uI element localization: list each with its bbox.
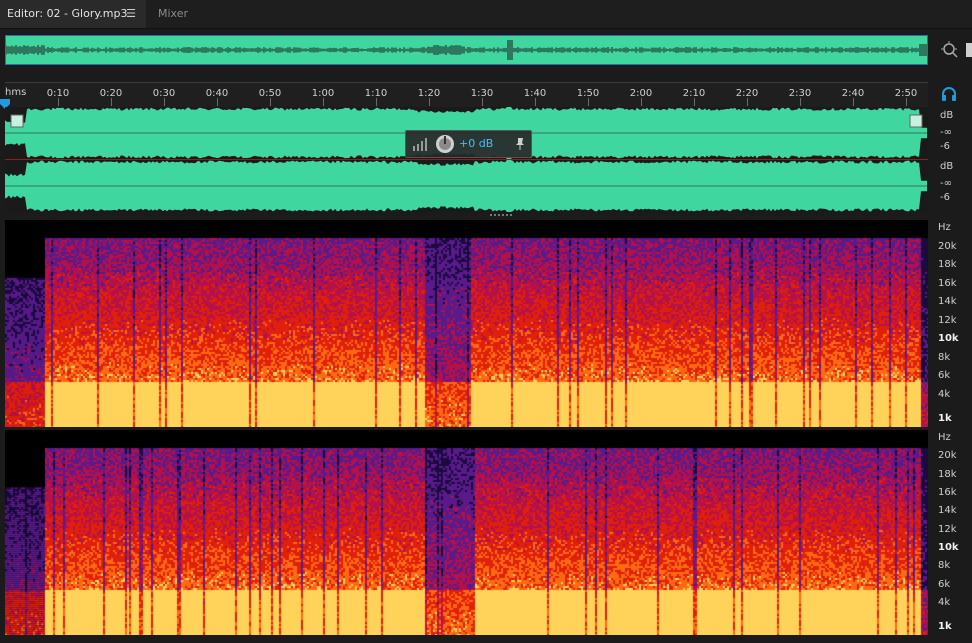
ruler-tick-mark — [376, 98, 377, 106]
frequency-label: 18k — [938, 468, 957, 480]
frequency-label: 8k — [938, 351, 951, 363]
frequency-label: 4k — [938, 389, 951, 400]
amp-label-bottom-minus6: -6 — [940, 192, 950, 203]
amp-label-top-inf: -∞ — [940, 127, 952, 138]
frequency-label: 20k — [938, 240, 957, 252]
time-ruler[interactable]: 0:10 0:20 0:30 0:40 0:50 1:00 1:10 1:20 1:30 1:40… — [5, 82, 928, 107]
ruler-tick-mark — [164, 98, 165, 106]
overview-scroll-handle[interactable] — [966, 43, 972, 57]
tab-editor-label: Editor: 02 - Glory.mp3 — [7, 7, 128, 20]
spectral-display-channel-1[interactable] — [5, 220, 928, 427]
ruler-tick-mark — [641, 98, 642, 106]
frequency-label: 20k — [938, 450, 957, 462]
ruler-tick-mark — [747, 98, 748, 106]
frequency-label: Hz — [938, 432, 951, 443]
waveform-display[interactable] — [5, 107, 928, 212]
frequency-scale-channel-2: Hz 20k 18k 16k 14k 12k 10k 8k 6k 4k 1k — [930, 430, 972, 635]
ruler-tick-mark — [906, 98, 907, 106]
panel-resize-handle[interactable] — [490, 213, 516, 217]
gain-value[interactable]: +0 dB — [459, 137, 493, 150]
ruler-tick-mark — [853, 98, 854, 106]
frequency-label: 6k — [938, 578, 951, 590]
frequency-label: 8k — [938, 560, 951, 572]
ruler-tick-mark — [694, 98, 695, 106]
frequency-label: 12k — [938, 523, 957, 535]
pin-icon[interactable] — [514, 137, 526, 151]
headphones-icon[interactable] — [941, 86, 957, 102]
ruler-tick-mark — [482, 98, 483, 106]
knob-icon[interactable] — [434, 133, 456, 155]
spectral-display-channel-2[interactable] — [5, 430, 928, 635]
waveform-channels — [5, 107, 928, 212]
ruler-tick-mark — [323, 98, 324, 106]
frequency-label: 18k — [938, 259, 957, 271]
amp-label-bottom-inf: -∞ — [940, 178, 952, 189]
amp-label-top-minus6: -6 — [940, 141, 950, 152]
fade-out-handle[interactable] — [909, 114, 923, 128]
frequency-label: 6k — [938, 370, 951, 382]
frequency-label: 16k — [938, 277, 957, 289]
ruler-tick-mark — [588, 98, 589, 106]
ruler-tick-mark — [429, 98, 430, 106]
frequency-label: 12k — [938, 314, 957, 326]
tab-mixer[interactable]: Mixer — [146, 0, 216, 28]
playhead-icon[interactable] — [0, 94, 10, 109]
tab-mixer-label: Mixer — [158, 7, 189, 20]
amp-label-top-db: dB — [940, 110, 954, 121]
frequency-label: 1k — [938, 621, 952, 632]
frequency-label: 1k — [938, 413, 952, 424]
zoom-icon[interactable] — [940, 40, 960, 60]
frequency-label: Hz — [938, 222, 951, 233]
ruler-tick-mark — [800, 98, 801, 106]
fade-in-handle[interactable] — [10, 114, 24, 128]
overview-navigator[interactable] — [5, 35, 928, 65]
frequency-label: 16k — [938, 487, 957, 498]
frequency-label: 14k — [938, 296, 957, 308]
frequency-label: 10k — [938, 542, 959, 553]
tab-editor[interactable]: Editor: 02 - Glory.mp3 ☰ — [0, 0, 146, 28]
hamburger-menu-icon[interactable]: ☰ — [126, 0, 136, 28]
overview-waveform — [6, 36, 927, 64]
spectrogram-channel-2 — [5, 430, 928, 635]
frequency-scale-channel-1: Hz 20k 18k 16k 14k 12k 10k 8k 6k 4k 1k — [930, 220, 972, 427]
ruler-tick-mark — [217, 98, 218, 106]
gain-hud[interactable]: +0 dB — [405, 130, 532, 158]
frequency-label: 10k — [938, 333, 959, 345]
frequency-label: 4k — [938, 597, 951, 608]
ruler-tick-mark — [535, 98, 536, 106]
level-bars-icon — [413, 138, 427, 151]
ruler-tick-mark — [270, 98, 271, 106]
spectrogram-channel-1 — [5, 220, 928, 427]
frequency-label: 14k — [938, 505, 957, 517]
amplitude-scale: dB -∞ -6 dB -∞ -6 — [930, 107, 972, 212]
amp-label-bottom-db: dB — [940, 161, 954, 172]
ruler-tick-mark — [111, 98, 112, 106]
ruler-tick-mark — [58, 98, 59, 106]
